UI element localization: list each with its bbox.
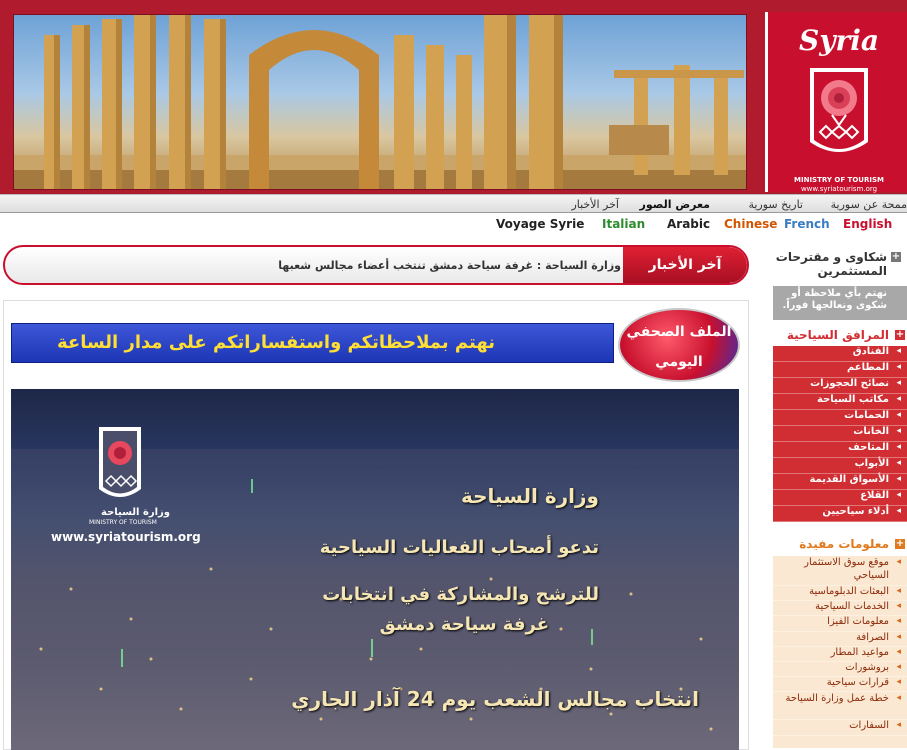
sidebar-item-old-souks[interactable]: الأسواق القديمة [773,474,907,490]
expand-icon: + [891,251,901,262]
sidebar-item-khans[interactable]: الخانات [773,426,907,442]
sidebar-item-baths[interactable]: الحمامات [773,410,907,426]
page: Syria MINISTRY OF TOURISM www.syriatouri… [0,0,907,750]
poster-url: www.syriatourism.org [51,530,201,544]
sidebar-item-investment-market[interactable]: موقع سوق الاستثمار السياحي [773,556,907,586]
announcement-poster[interactable]: وزارة السياحة MINISTRY OF TOURISM www.sy… [11,389,739,750]
sidebar-item-visa-info[interactable]: معلومات الفيزا [773,616,907,632]
facilities-header[interactable]: + المرافق السياحية [765,327,907,347]
lang-voyage-syrie[interactable]: Voyage Syrie [496,217,584,231]
sidebar-item-tour-guides[interactable]: أدلاء سياحيين [773,506,907,522]
sidebar-item-tourism-offices[interactable]: مكاتب السياحة [773,394,907,410]
syria-tourism-logo[interactable]: Syria MINISTRY OF TOURISM www.syriatouri… [765,12,907,193]
header: Syria MINISTRY OF TOURISM www.syriatouri… [0,8,907,194]
sidebar-item-gates[interactable]: الأبواب [773,458,907,474]
header-banner-image [13,14,747,190]
rose-emblem-icon: Syria [799,24,879,152]
sidebar-item-airport-times[interactable]: مواعيد المطار [773,646,907,662]
info-header[interactable]: + معلومات مفيدة [765,536,907,556]
nav-item-syria-history[interactable]: تاريخ سورية [748,198,803,211]
expand-icon: + [895,538,905,549]
lang-french[interactable]: French [784,217,830,231]
sidebar-item-museums[interactable]: المتاحف [773,442,907,458]
poster-line1: وزارة السياحة [460,484,599,508]
complaints-title: شكاوى و مقترحات المستثمرين [775,250,887,278]
poster-line3: للترشح والمشاركة في انتخابات [322,584,599,605]
feedback-banner-text: نهتم بملاحظاتكم واستفساراتكم على مدار ال… [57,332,495,353]
facilities-title: المرافق السياحية [786,328,889,342]
complaints-text: نهتم بأي ملاحظة أو شكوى ونعالجها فوراً. [773,286,907,320]
poster-ministry-ar: وزارة السياحة [101,507,171,518]
press-line1: الملف الصحفي [626,324,732,340]
sidebar-item-castles[interactable]: القلاع [773,490,907,506]
lang-italian[interactable]: Italian [602,217,645,231]
info-list: موقع سوق الاستثمار السياحي البعثات الدبل… [773,556,907,748]
poster-line4: غرفة سياحة دمشق [379,614,549,635]
poster-ministry-en: MINISTRY OF TOURISM [89,519,157,526]
facilities-list: الفنادق المطاعم نصائح الحجوزات مكاتب الس… [773,346,907,522]
logo-url: www.syriatourism.org [800,185,878,193]
lang-english[interactable]: English [843,217,892,231]
lang-arabic[interactable]: Arabic [667,217,710,231]
sidebar-item-brochures[interactable]: بروشورات [773,661,907,678]
sidebar: + شكاوى و مقترحات المستثمرين نهتم بأي مل… [757,240,907,750]
colonnade-illustration [14,15,746,189]
top-bar [0,0,907,8]
expand-icon: + [895,329,905,340]
nav-item-about-syria[interactable]: ممحة عن سورية [831,198,907,211]
main-nav: ممحة عن سورية تاريخ سورية معرض الصور آخر… [0,194,907,213]
news-ticker: وزارة السياحة : غرفة سياحة دمشق تنتخب أع… [3,245,749,285]
sidebar-item-restaurants[interactable]: المطاعم [773,362,907,378]
poster-line2: تدعو أصحاب الفعاليات السياحية [319,537,599,558]
ticker-label: آخر الأخبار [623,247,747,283]
sidebar-item-ministry-plan[interactable]: خطة عمل وزارة السياحة [773,692,907,721]
sidebar-item-exchange[interactable]: الصرافة [773,631,907,647]
info-title: معلومات مفيدة [799,537,889,551]
complaints-box[interactable]: + شكاوى و مقترحات المستثمرين نهتم بأي مل… [773,248,907,320]
daily-press-file-button[interactable]: الملف الصحفي اليومي [618,308,740,382]
nav-item-latest-news[interactable]: آخر الأخبار [571,198,619,211]
sidebar-item-tourist-services[interactable]: الخدمات السياحية [773,601,907,617]
poster-line5: انتخاب مجالس الشعب يوم 24 آذار الجاري [291,687,699,711]
sidebar-item-diplomatic-missions[interactable]: البعثات الدبلوماسية [773,586,907,602]
sidebar-item-tourism-decisions[interactable]: قرارات سياحية [773,677,907,693]
sidebar-item-booking-tips[interactable]: نصائح الحجوزات [773,378,907,394]
lang-chinese[interactable]: Chinese [724,217,777,231]
sidebar-item-embassies[interactable]: السفارات [773,720,907,736]
svg-text:Syria: Syria [799,24,879,57]
nav-item-photo-gallery[interactable]: معرض الصور [640,198,710,211]
press-line2: اليومي [655,354,703,370]
ticker-headline[interactable]: وزارة السياحة : غرفة سياحة دمشق تنتخب أع… [278,259,621,272]
logo-subtitle: MINISTRY OF TOURISM [794,176,884,184]
sidebar-item-hotels[interactable]: الفنادق [773,346,907,362]
feedback-banner[interactable]: نهتم بملاحظاتكم واستفساراتكم على مدار ال… [11,323,614,363]
